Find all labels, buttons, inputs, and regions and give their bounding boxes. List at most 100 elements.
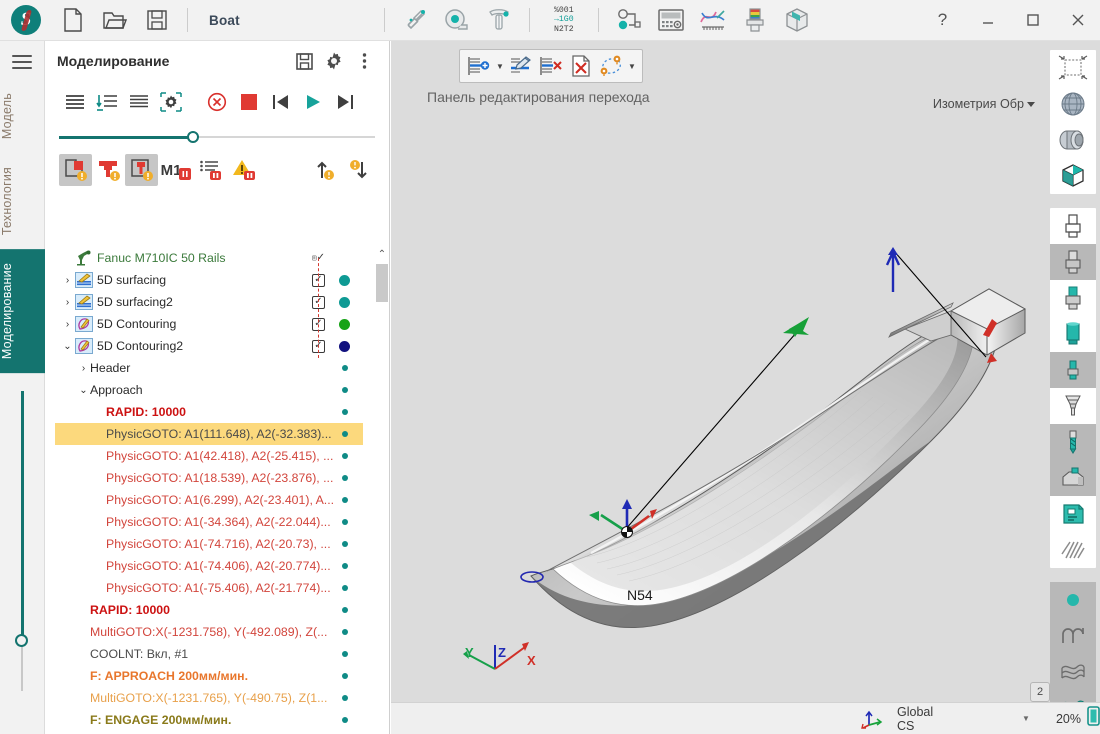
- open-folder-icon[interactable]: [94, 0, 136, 41]
- next-icon[interactable]: [329, 85, 361, 119]
- chevron-down-icon[interactable]: ⌄: [77, 385, 90, 396]
- down-warning-icon[interactable]: [342, 154, 375, 186]
- m1-stop-icon[interactable]: M1: [158, 154, 194, 186]
- scroll-thumb[interactable]: [376, 264, 388, 302]
- tree-row[interactable]: ›Header: [55, 357, 363, 379]
- connection-icon[interactable]: [608, 0, 650, 41]
- chevron-down-icon[interactable]: ⌄: [61, 341, 74, 352]
- maximize-button[interactable]: [1010, 0, 1055, 41]
- coordinate-system-chevron-down-icon[interactable]: ▼: [1022, 714, 1030, 723]
- rail-slider-knob[interactable]: [15, 634, 28, 647]
- tree-row[interactable]: PhysicGOTO: A1(42.418), A2(-25.415), ...: [55, 445, 363, 467]
- tool-shaded-icon[interactable]: [1050, 244, 1096, 280]
- tool-color-icon[interactable]: [734, 0, 776, 41]
- cube-view-icon[interactable]: [1050, 158, 1096, 194]
- stock-box-icon[interactable]: [776, 0, 818, 41]
- tool-small-icon[interactable]: [1050, 352, 1096, 388]
- caliper-icon[interactable]: [478, 0, 520, 41]
- tree-row[interactable]: RAPID: 10000: [55, 599, 363, 621]
- tree-row[interactable]: PhysicGOTO: A1(-75.406), A2(-21.774)...: [55, 577, 363, 599]
- save-icon[interactable]: [289, 46, 319, 76]
- magnet-icon[interactable]: [394, 0, 436, 41]
- sidebar-item-technology[interactable]: Технология: [0, 153, 45, 249]
- chevron-right-icon[interactable]: ›: [61, 275, 74, 286]
- revolve-icon[interactable]: [1050, 122, 1096, 158]
- 3d-viewport[interactable]: N54 X Y Z ▼ ▼ Панель редактировани: [391, 41, 1046, 734]
- stop-icon[interactable]: [233, 85, 265, 119]
- endmill-icon[interactable]: [1050, 424, 1096, 460]
- step-down-icon[interactable]: [91, 85, 123, 119]
- fit-view-icon[interactable]: [1050, 50, 1096, 86]
- tree-row[interactable]: Fanuc M710IC 50 Rails: [55, 247, 363, 269]
- chevron-right-icon[interactable]: ›: [61, 319, 74, 330]
- view-orientation-selector[interactable]: Изометрия Обр: [933, 97, 1036, 111]
- close-button[interactable]: [1055, 0, 1100, 41]
- gear-frame-icon[interactable]: [155, 85, 187, 119]
- operation-tree[interactable]: Fanuc M710IC 50 Rails›5D surfacing›5D su…: [55, 247, 380, 734]
- tree-row[interactable]: ⌄5D Contouring2: [55, 335, 363, 357]
- tree-row[interactable]: ›5D surfacing: [55, 269, 363, 291]
- edit-move-icon[interactable]: [506, 51, 536, 81]
- holder-collision-icon[interactable]: [125, 154, 158, 186]
- tree-row[interactable]: ›5D Contouring: [55, 313, 363, 335]
- minimize-button[interactable]: [965, 0, 1010, 41]
- point-icon[interactable]: [1050, 582, 1096, 618]
- list-pause-icon[interactable]: [194, 154, 227, 186]
- tree-row[interactable]: PhysicGOTO: A1(18.539), A2(-23.876), ...: [55, 467, 363, 489]
- holder-icon[interactable]: [1050, 460, 1096, 496]
- tool-collision-icon[interactable]: [92, 154, 125, 186]
- workpiece-icon[interactable]: [1050, 496, 1096, 532]
- path-points-chevron-down-icon[interactable]: ▼: [626, 62, 638, 71]
- tree-row[interactable]: PhysicGOTO: A1(6.299), A2(-23.401), A...: [55, 489, 363, 511]
- tool-teal-top-icon[interactable]: [1050, 280, 1096, 316]
- graph-icon[interactable]: [692, 0, 734, 41]
- add-move-chevron-down-icon[interactable]: ▼: [494, 62, 506, 71]
- lines-icon[interactable]: [123, 85, 155, 119]
- tool-taper-icon[interactable]: [1050, 388, 1096, 424]
- rail-slider[interactable]: [0, 391, 45, 711]
- gcode-icon[interactable]: %001 →1G0 N2T2: [539, 0, 589, 41]
- delete-page-icon[interactable]: [566, 51, 596, 81]
- save-disk-icon[interactable]: [136, 0, 178, 41]
- coordinate-system-label[interactable]: Global CS: [897, 705, 952, 733]
- globe-icon[interactable]: [1050, 86, 1096, 122]
- add-move-icon[interactable]: [464, 51, 494, 81]
- scroll-up-button[interactable]: ⌃: [375, 247, 389, 262]
- cnc-panel-icon[interactable]: [650, 0, 692, 41]
- tree-row[interactable]: PhysicGOTO: A1(-74.406), A2(-20.774)...: [55, 555, 363, 577]
- tool-outline-icon[interactable]: [1050, 208, 1096, 244]
- chevron-right-icon[interactable]: ›: [77, 363, 90, 374]
- menu-icon[interactable]: [12, 55, 32, 69]
- surface-wire-icon[interactable]: [1050, 654, 1096, 690]
- tree-row[interactable]: F: ENGAGE 200мм/мин.: [55, 709, 363, 731]
- help-button[interactable]: ?: [920, 0, 965, 41]
- chevron-right-icon[interactable]: ›: [61, 297, 74, 308]
- play-icon[interactable]: [297, 85, 329, 119]
- tree-row[interactable]: MultiGOTO:X(-1231.758), Y(-492.089), Z(.…: [55, 621, 363, 643]
- curve-icon[interactable]: [1050, 618, 1096, 654]
- up-warning-icon[interactable]: [309, 154, 342, 186]
- tree-scrollbar[interactable]: ⌃ ⌄: [375, 247, 389, 734]
- tool-solid-icon[interactable]: [1050, 316, 1096, 352]
- step-all-icon[interactable]: [59, 85, 91, 119]
- measure-tape-icon[interactable]: [436, 0, 478, 41]
- delete-move-icon[interactable]: [536, 51, 566, 81]
- viewport-count-badge[interactable]: 2: [1030, 682, 1050, 702]
- tree-row[interactable]: ⌄Approach: [55, 379, 363, 401]
- gear-icon[interactable]: [319, 46, 349, 76]
- path-points-icon[interactable]: [596, 51, 626, 81]
- tree-row[interactable]: PhysicGOTO: A1(-74.716), A2(-20.73), ...: [55, 533, 363, 555]
- progress-knob[interactable]: [187, 131, 199, 143]
- tree-row[interactable]: MultiGOTO:X(-1231.765), Y(-490.75), Z(1.…: [55, 687, 363, 709]
- tree-row[interactable]: COOLNT: Вкл, #1: [55, 643, 363, 665]
- tree-row[interactable]: ›5D surfacing2: [55, 291, 363, 313]
- prev-icon[interactable]: [265, 85, 297, 119]
- tree-row[interactable]: F: APPROACH 200мм/мин.: [55, 665, 363, 687]
- reset-icon[interactable]: [201, 85, 233, 119]
- tree-row[interactable]: RAPID: 10000: [55, 401, 363, 423]
- simulation-progress-slider[interactable]: [59, 130, 375, 144]
- collision-stop-icon[interactable]: [59, 154, 92, 186]
- new-file-icon[interactable]: [52, 0, 94, 41]
- warning-pause-icon[interactable]: [227, 154, 260, 186]
- zoom-indicator-icon[interactable]: [1087, 706, 1100, 731]
